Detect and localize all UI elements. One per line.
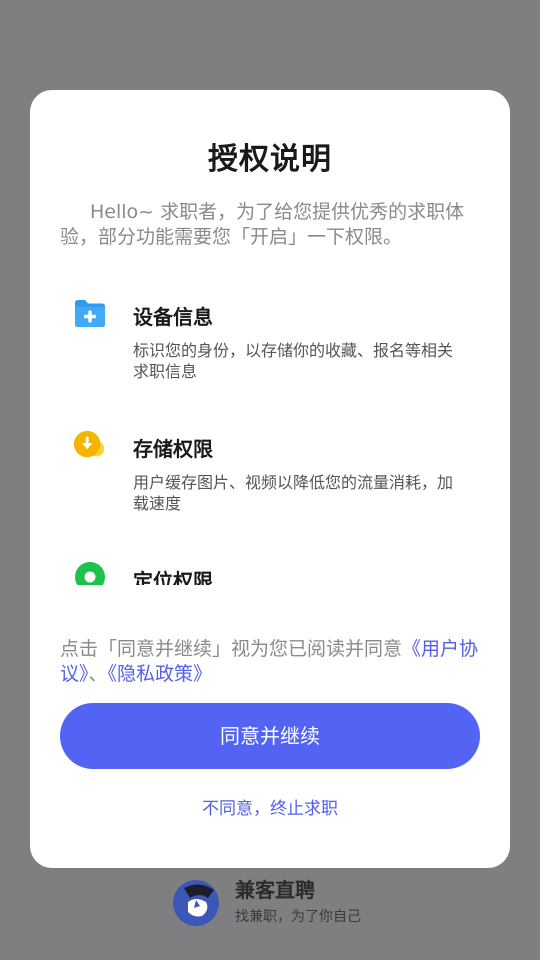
- intro-text: Hello~ 求职者，为了给您提供优秀的求职体验，部分功能需要您「开启」一下权限…: [60, 201, 465, 248]
- download-icon: [73, 430, 105, 458]
- agreement-prefix: 点击「同意并继续」视为您已阅读并同意: [60, 638, 403, 660]
- permission-title: 设备信息: [133, 305, 213, 329]
- disagree-link[interactable]: 不同意，终止求职: [30, 794, 510, 819]
- permission-dialog: 授权说明 Hello~ 求职者，为了给您提供优秀的求职体验，部分功能需要您「开启…: [30, 90, 510, 868]
- screen: 授权说明 Hello~ 求职者，为了给您提供优秀的求职体验，部分功能需要您「开启…: [0, 0, 540, 960]
- brand-footer: 兼客直聘 找兼职，为了你自己: [170, 872, 390, 932]
- permission-item-location: 定位权限: [30, 549, 510, 585]
- permission-title: 定位权限: [133, 569, 213, 585]
- location-icon: [75, 562, 105, 585]
- agree-and-continue-button[interactable]: 同意并继续: [60, 703, 480, 769]
- brand-slogan: 找兼职，为了你自己: [235, 909, 361, 925]
- folder-plus-icon: [75, 300, 105, 327]
- agreement-separator: 、: [88, 663, 108, 685]
- agreement-text: 点击「同意并继续」视为您已阅读并同意《用户协议》、《隐私政策》: [60, 637, 485, 687]
- permission-item-device-info: 设备信息 标识您的身份，以存储你的收藏、报名等相关求职信息: [30, 285, 510, 405]
- permission-description: 标识您的身份，以存储你的收藏、报名等相关求职信息: [133, 341, 454, 381]
- permission-title: 存储权限: [133, 437, 213, 461]
- brand-name: 兼客直聘: [235, 878, 315, 902]
- permission-description: 用户缓存图片、视频以降低您的流量消耗，加载速度: [133, 473, 454, 513]
- permission-list[interactable]: 设备信息 标识您的身份，以存储你的收藏、报名等相关求职信息 存储权限 用户缓存图…: [30, 285, 510, 585]
- privacy-policy-link[interactable]: 《隐私政策》: [108, 663, 213, 685]
- dialog-title: 授权说明: [208, 142, 332, 177]
- permission-item-storage: 存储权限 用户缓存图片、视频以降低您的流量消耗，加载速度: [30, 417, 510, 537]
- shark-logo-icon: [173, 880, 219, 926]
